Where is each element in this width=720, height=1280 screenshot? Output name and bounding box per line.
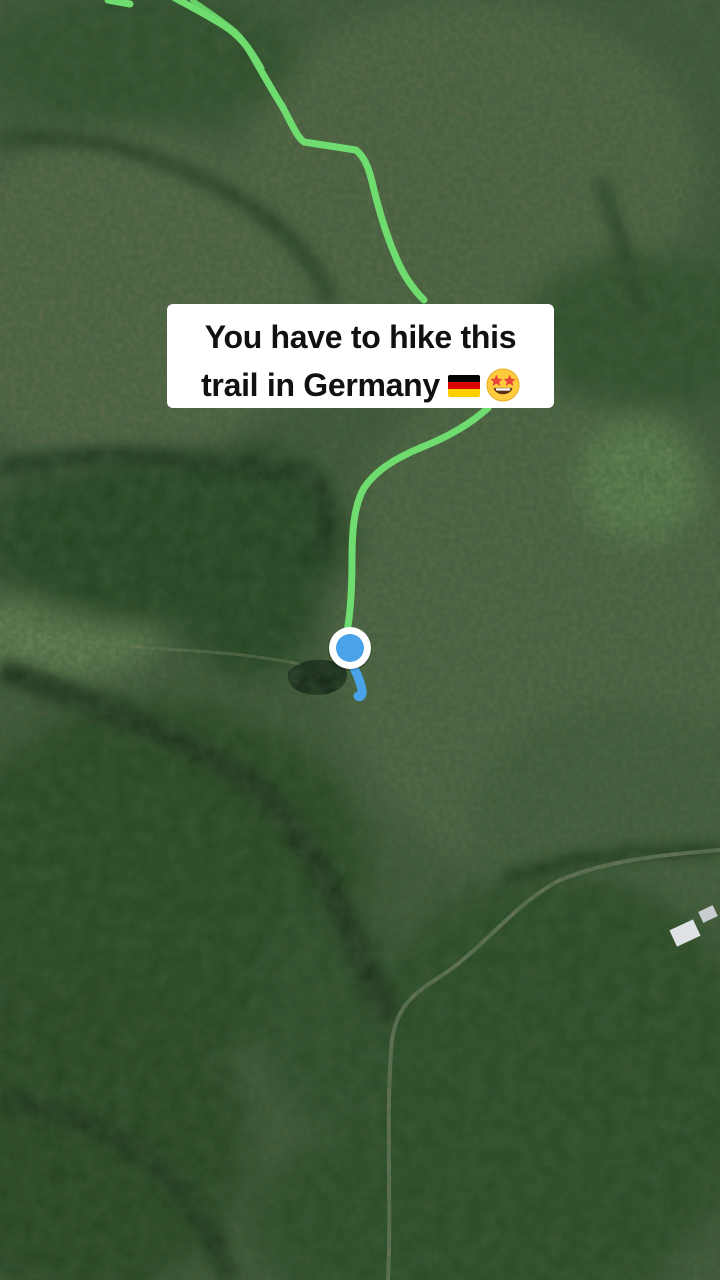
caption-line-2: trail in Germany bbox=[201, 367, 440, 403]
caption-line-1: You have to hike this bbox=[204, 319, 517, 355]
star-struck-emoji-icon bbox=[486, 368, 520, 402]
map-view[interactable]: You have to hike this trail in Germany bbox=[0, 0, 720, 1280]
location-marker[interactable] bbox=[328, 627, 372, 671]
satellite-map[interactable] bbox=[0, 0, 720, 1280]
caption-line-2-wrap: trail in Germany bbox=[183, 361, 538, 409]
caption-box: You have to hike this trail in Germany bbox=[167, 304, 554, 408]
german-flag-icon bbox=[447, 374, 480, 397]
